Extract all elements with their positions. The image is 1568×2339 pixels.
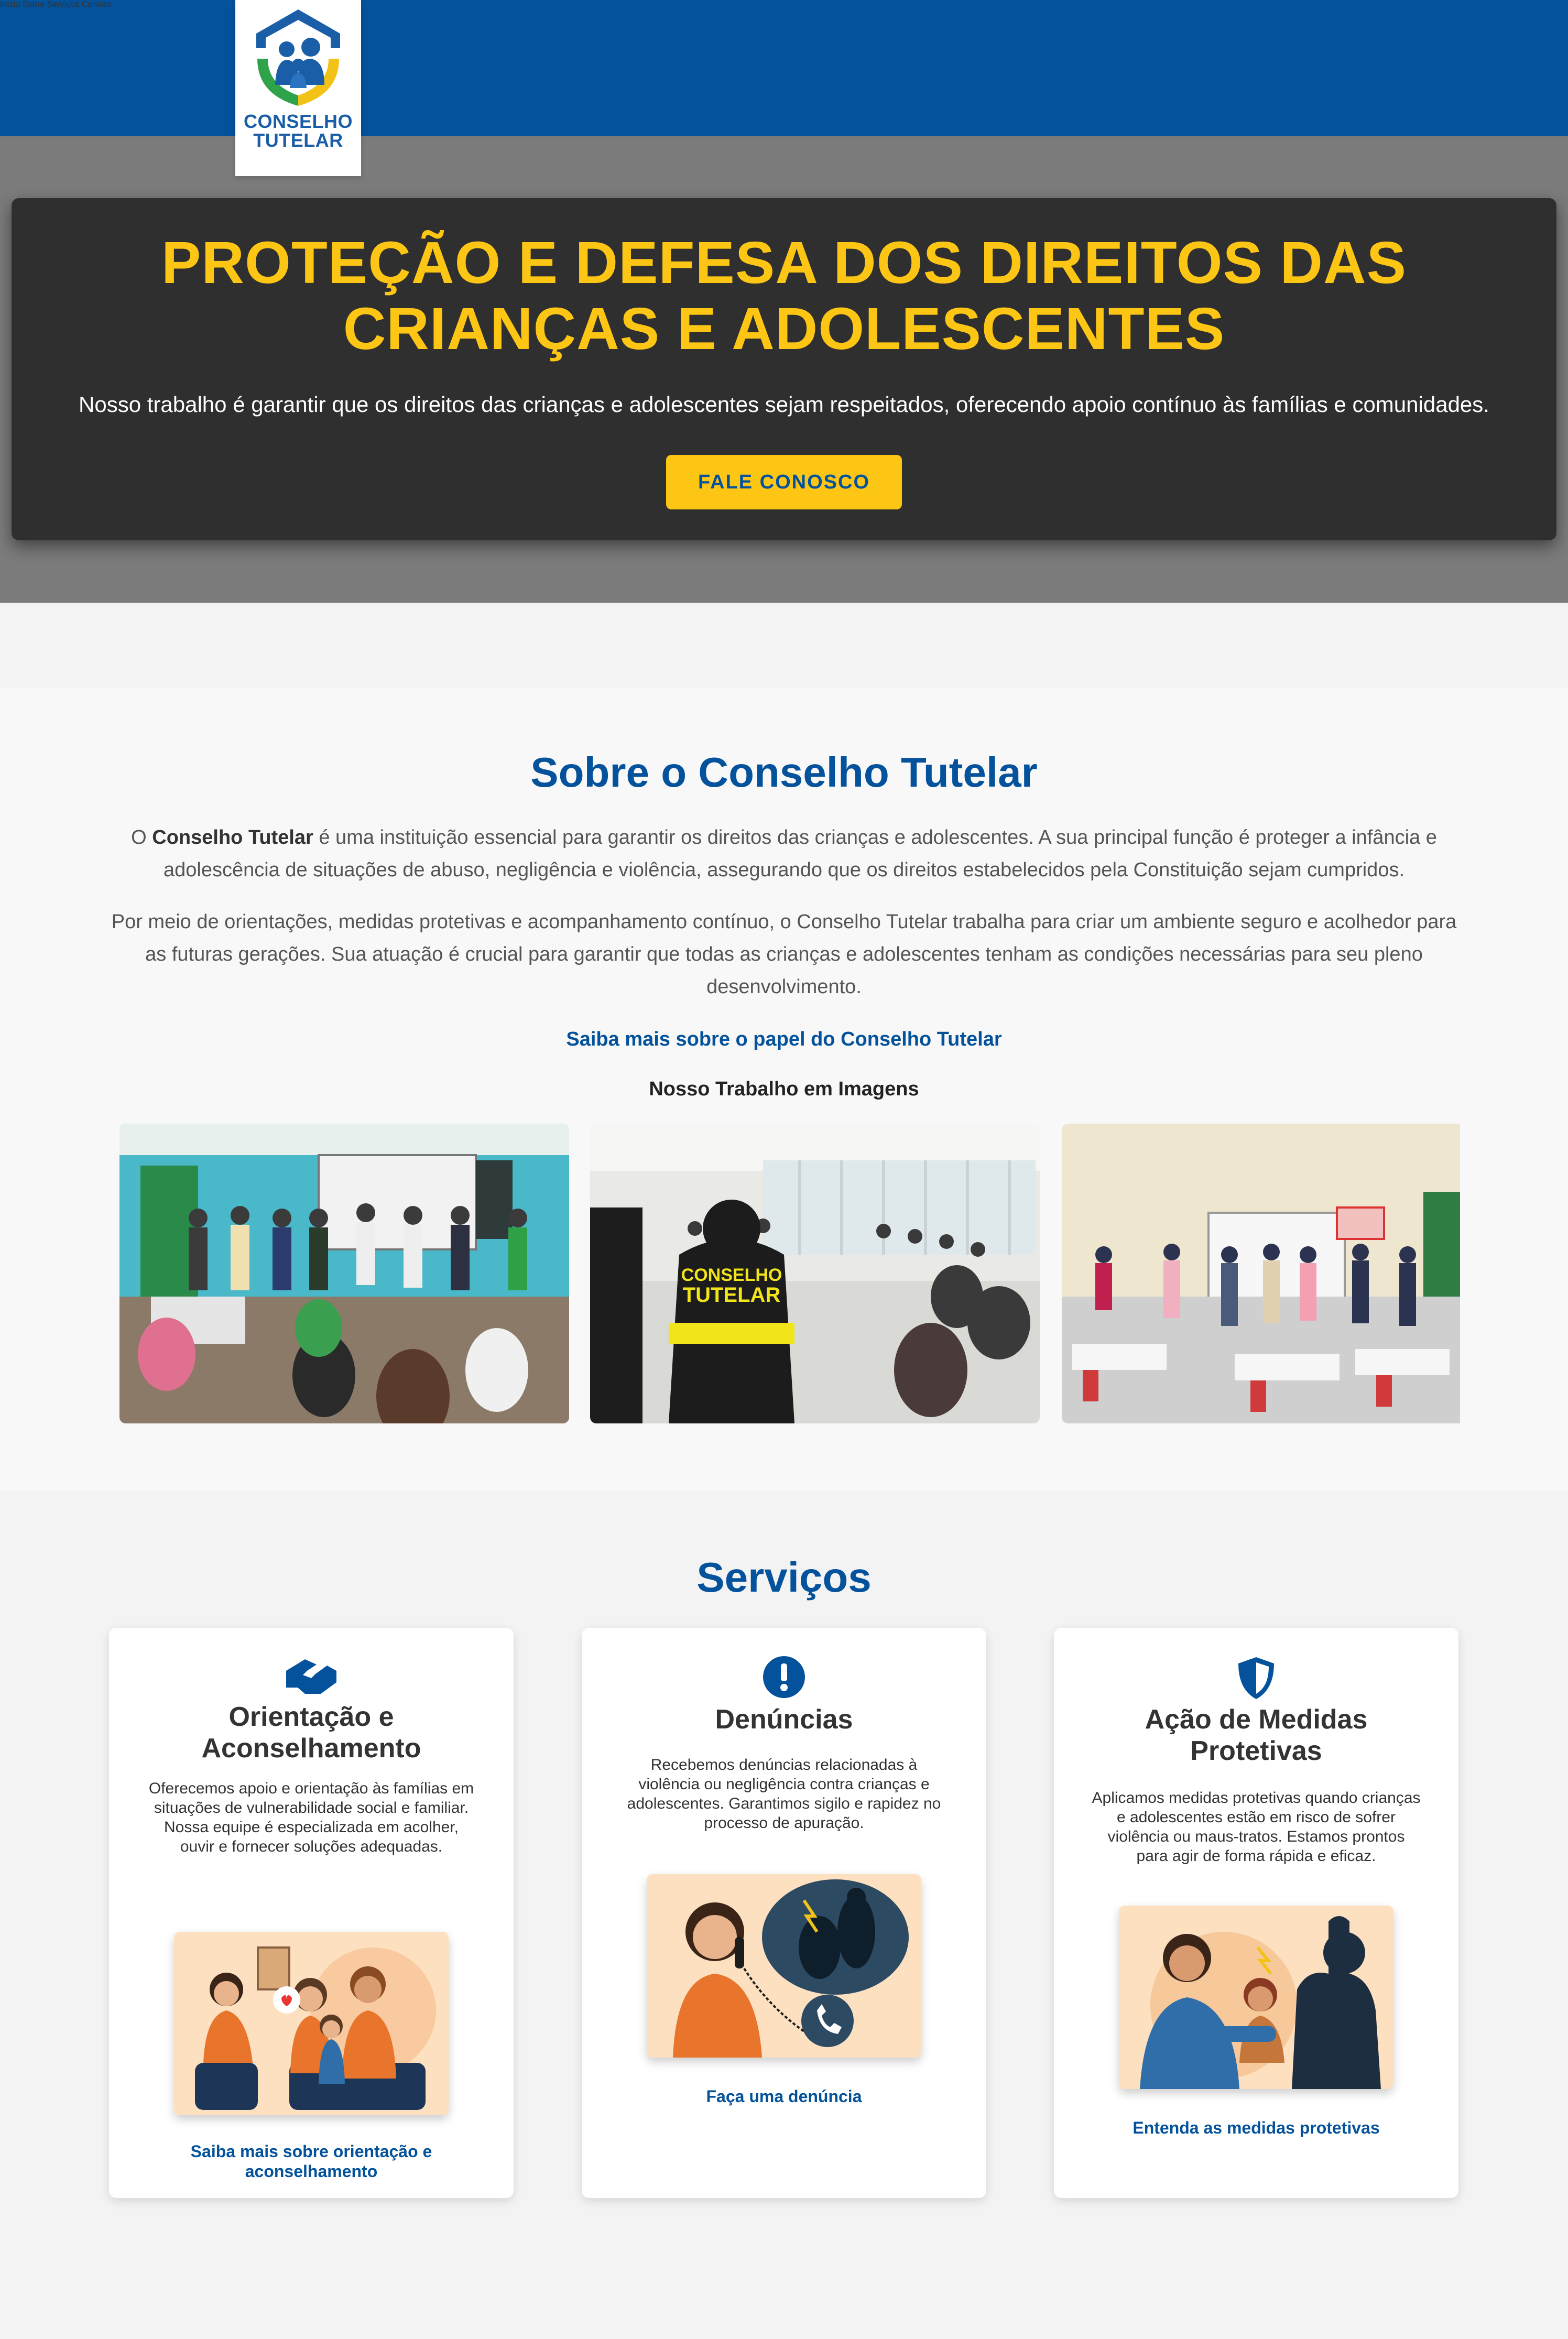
protection-illustration: [1119, 1906, 1393, 2089]
gallery-photo-classroom-1[interactable]: [119, 1124, 569, 1423]
hero-title-line-1: PROTEÇÃO E DEFESA DOS DIREITOS DAS: [161, 230, 1407, 296]
about-paragraph-1: O Conselho Tutelar é uma instituição ess…: [110, 821, 1458, 886]
about-p1-bold: Conselho Tutelar: [152, 826, 313, 848]
service-description-denuncias: Recebemos denúncias relacionadas à violê…: [627, 1756, 941, 1832]
about-paragraph-2: Por meio de orientações, medidas proteti…: [111, 911, 1457, 998]
gallery-photo-classroom-2[interactable]: [1062, 1124, 1460, 1423]
logo-text: CONSELHO TUTELAR: [244, 112, 353, 150]
service-title-denuncias: Denúncias: [715, 1704, 853, 1735]
logo-line-1: CONSELHO: [243, 111, 353, 132]
classroom-photo: [119, 1124, 569, 1423]
nav-link-sobre[interactable]: Sobre: [23, 0, 45, 9]
site-header: CONSELHO TUTELAR Início Sobre Serviços C…: [0, 0, 1568, 176]
nav-link-servicos[interactable]: Serviços: [47, 0, 79, 9]
protective-measures-link[interactable]: Entenda as medidas protetivas: [1085, 2118, 1427, 2138]
about-section: Sobre o Conselho Tutelar O Conselho Tute…: [0, 688, 1568, 1491]
hero-title: PROTEÇÃO E DEFESA DOS DIREITOS DAS CRIAN…: [12, 230, 1556, 362]
vest-text-2: TUTELAR: [683, 1283, 781, 1307]
vest-text-1: CONSELHO: [681, 1265, 782, 1285]
contact-us-button[interactable]: FALE CONOSCO: [666, 455, 902, 509]
logo-line-2: TUTELAR: [253, 129, 343, 151]
nav-link-inicio[interactable]: Início: [0, 0, 20, 9]
about-p1-prefix: O: [131, 826, 153, 848]
shield-icon: [1238, 1657, 1274, 1699]
service-title-orientacao: Orientação e Aconselhamento: [201, 1702, 421, 1764]
classroom-photo-2: [1062, 1124, 1460, 1423]
report-link[interactable]: Faça uma denúncia: [613, 2086, 955, 2106]
protective-action-image: [1119, 1906, 1393, 2089]
hero-section: PROTEÇÃO E DEFESA DOS DIREITOS DAS CRIAN…: [0, 136, 1568, 603]
service-description-orientacao: Oferecemos apoio e orientação às família…: [148, 1780, 474, 1855]
gallery-photo-meeting[interactable]: CONSELHO TUTELAR: [590, 1124, 1040, 1423]
nav-link-contato[interactable]: Contato: [82, 0, 111, 9]
orientacao-learn-more-link[interactable]: Saiba mais sobre orientação e aconselham…: [140, 2141, 482, 2181]
services-title: Serviços: [696, 1554, 872, 1601]
counseling-illustration: [174, 1932, 449, 2115]
exclamation-circle-icon: [763, 1656, 805, 1698]
conselho-tutelar-logo[interactable]: CONSELHO TUTELAR: [235, 0, 361, 176]
meeting-photo: CONSELHO TUTELAR: [590, 1124, 1040, 1423]
gallery-title: Nosso Trabalho em Imagens: [649, 1078, 919, 1100]
family-house-logo-icon: [256, 9, 340, 106]
service-description-medidas: Aplicamos medidas protetivas quando cria…: [1092, 1789, 1421, 1865]
hero-card: PROTEÇÃO E DEFESA DOS DIREITOS DAS CRIAN…: [12, 198, 1556, 540]
service-card-medidas-protetivas: Ação de Medidas Protetivas Aplicamos med…: [1054, 1628, 1458, 2198]
service-card-orientacao: Orientação e Aconselhamento Oferecemos a…: [109, 1628, 514, 2198]
report-illustration: [647, 1874, 921, 2058]
hero-subtitle: Nosso trabalho é garantir que os direito…: [79, 392, 1489, 417]
service-title-medidas: Ação de Medidas Protetivas: [1145, 1704, 1368, 1766]
about-p1-rest: é uma instituição essencial para garanti…: [163, 826, 1437, 881]
about-title: Sobre o Conselho Tutelar: [530, 749, 1038, 796]
handshake-icon: [286, 1659, 336, 1694]
service-card-denuncias: Denúncias Recebemos denúncias relacionad…: [582, 1628, 986, 2198]
services-section: Serviços Orientação e Aconselhamento Ofe…: [0, 1491, 1568, 2339]
about-learn-more-link[interactable]: Saiba mais sobre o papel do Conselho Tut…: [0, 1028, 1568, 1051]
hero-title-line-2: CRIANÇAS E ADOLESCENTES: [343, 296, 1225, 362]
phone-report-image: [647, 1874, 921, 2058]
family-counseling-image: [174, 1932, 449, 2115]
